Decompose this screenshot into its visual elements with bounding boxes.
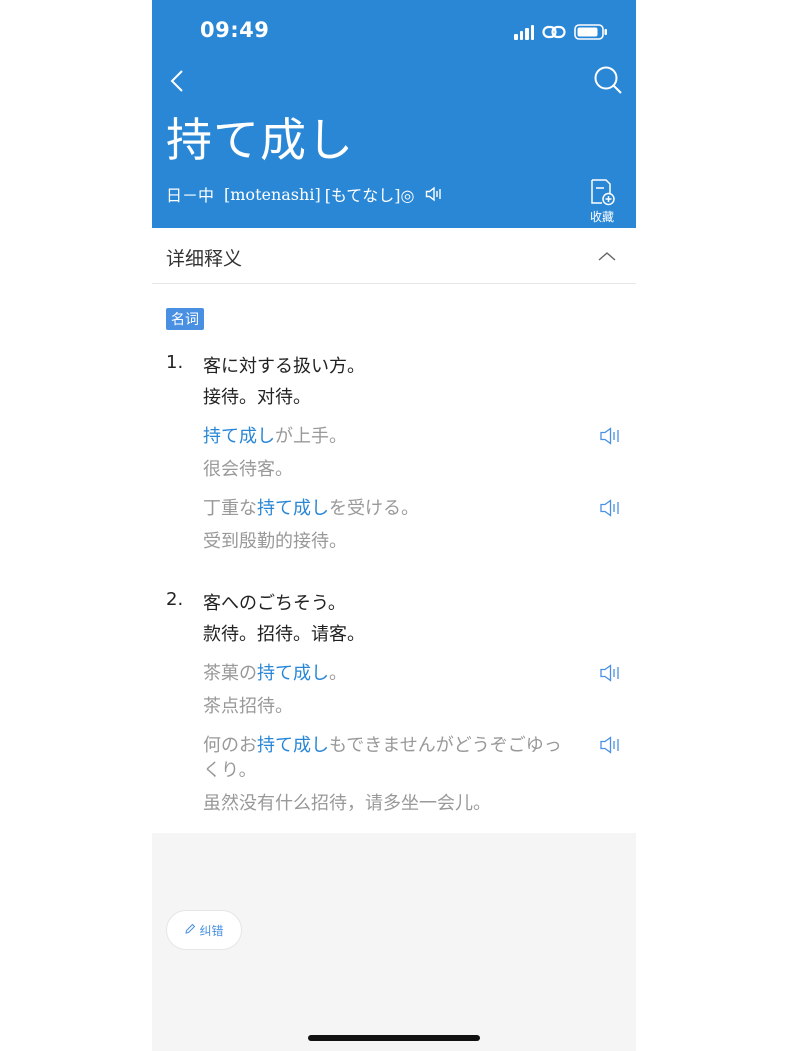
- pos-badge: 名词: [166, 308, 204, 330]
- back-icon[interactable]: [164, 66, 194, 96]
- battery-icon: [574, 24, 608, 40]
- bottom-area: 纠错: [152, 833, 636, 1051]
- home-indicator: [308, 1035, 480, 1041]
- word-header: 09:49 持て成し 日－中 [motenashi] [もてなし]◎ 收藏: [152, 0, 636, 228]
- sense-definition-ja: 客に対する扱い方。: [203, 356, 365, 377]
- detail-section-header[interactable]: 详细释义: [152, 228, 636, 284]
- phone-screen: 09:49 持て成し 日－中 [motenashi] [もてなし]◎ 收藏 详细…: [152, 0, 636, 1051]
- example-ja: 持て成しが上手。: [203, 424, 573, 449]
- speaker-icon[interactable]: [599, 498, 623, 518]
- example-ja: 丁重な持て成しを受ける。: [203, 496, 573, 521]
- report-error-button[interactable]: 纠错: [166, 910, 242, 950]
- sense-number: 1.: [166, 352, 184, 373]
- example-text: 丁重な: [203, 498, 257, 519]
- example-headword: 持て成し: [203, 426, 275, 447]
- example-text: を受ける。: [329, 498, 419, 519]
- status-time: 09:49: [200, 18, 270, 42]
- signal-icon: [514, 24, 534, 40]
- example-sentence: 茶菓の持て成し。 茶点招待。: [203, 661, 623, 718]
- chevron-up-icon[interactable]: [598, 248, 616, 262]
- example-sentence: 丁重な持て成しを受ける。 受到殷勤的接待。: [203, 496, 623, 553]
- pronunciation-line: 日－中 [motenashi] [もてなし]◎: [166, 182, 443, 206]
- example-text: 。: [329, 663, 347, 684]
- favorite-icon: [591, 179, 615, 206]
- sense-definition-zh: 款待。招待。请客。: [203, 624, 365, 645]
- sense-definition-zh: 接待。对待。: [203, 387, 311, 408]
- example-zh: 茶点招待。: [203, 696, 293, 717]
- pencil-icon: [184, 923, 196, 938]
- example-zh: 很会待客。: [203, 459, 293, 480]
- kana-reading: [もてなし]◎: [324, 186, 415, 205]
- example-sentence: 何のお持て成しもできませんがどうぞごゆっくり。 虽然没有什么招待，请多坐一会儿。: [203, 733, 623, 815]
- example-ja: 何のお持て成しもできませんがどうぞごゆっくり。: [203, 733, 573, 783]
- hotspot-icon: [542, 24, 566, 40]
- favorite-label: 收藏: [589, 210, 614, 224]
- status-icons: [514, 22, 608, 42]
- section-title: 详细释义: [166, 248, 243, 270]
- example-text: 何のお: [203, 735, 257, 756]
- example-text: が上手。: [275, 426, 347, 447]
- example-zh: 虽然没有什么招待，请多坐一会儿。: [203, 793, 491, 814]
- favorite-button[interactable]: 收藏: [586, 178, 618, 225]
- report-error-label: 纠错: [199, 923, 224, 938]
- speaker-icon[interactable]: [425, 186, 443, 202]
- example-headword: 持て成し: [257, 498, 329, 519]
- speaker-icon[interactable]: [599, 663, 623, 683]
- example-headword: 持て成し: [257, 663, 329, 684]
- search-icon[interactable]: [592, 64, 624, 96]
- speaker-icon[interactable]: [599, 735, 623, 755]
- example-text: 茶菓の: [203, 663, 257, 684]
- sense-number: 2.: [166, 589, 184, 610]
- example-headword: 持て成し: [257, 735, 329, 756]
- example-ja: 茶菓の持て成し。: [203, 661, 573, 686]
- example-zh: 受到殷勤的接待。: [203, 531, 347, 552]
- example-sentence: 持て成しが上手。 很会待客。: [203, 424, 623, 481]
- romaji: [motenashi]: [224, 184, 321, 204]
- speaker-icon[interactable]: [599, 426, 623, 446]
- definition-content: 名词 1. 客に対する扱い方。 接待。对待。 持て成しが上手。 很会待客。 丁重…: [152, 284, 636, 833]
- sense-definition-ja: 客へのごちそう。: [203, 593, 346, 614]
- headword: 持て成し: [166, 113, 354, 167]
- dict-direction: 日－中: [166, 186, 215, 205]
